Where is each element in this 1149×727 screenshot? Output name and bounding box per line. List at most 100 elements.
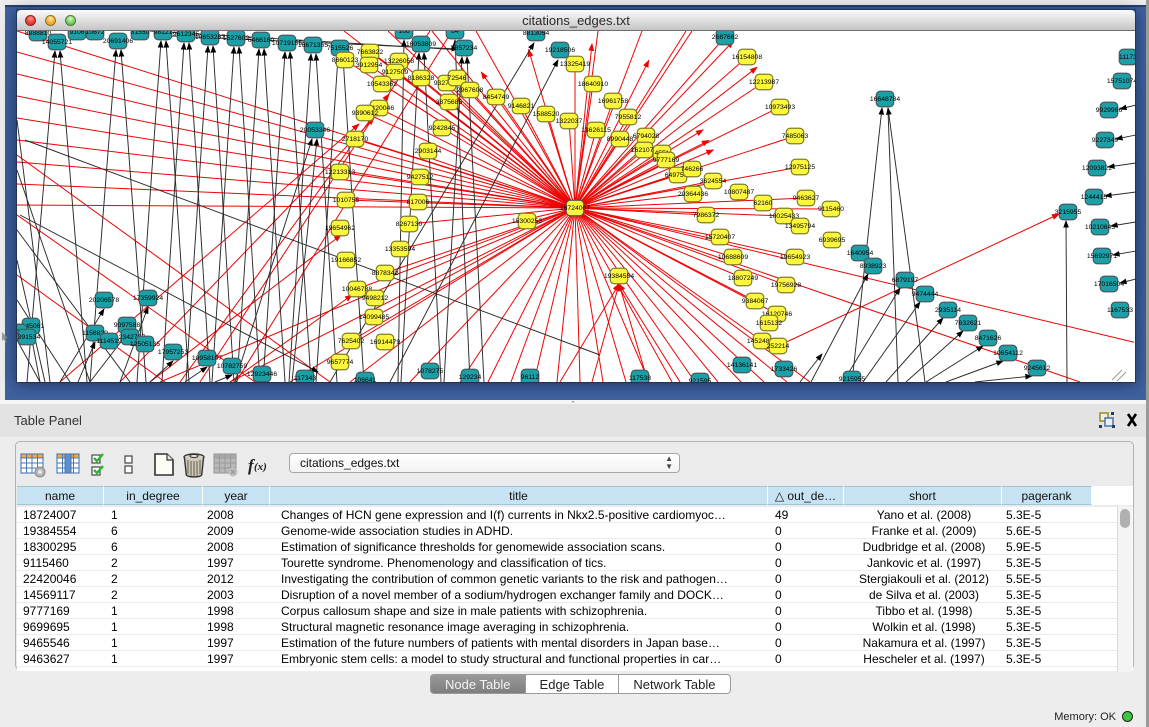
svg-text:9474444: 9474444 bbox=[912, 291, 939, 298]
svg-text:9115460: 9115460 bbox=[818, 206, 844, 213]
svg-text:18807249: 18807249 bbox=[728, 275, 758, 282]
svg-text:8660123: 8660123 bbox=[332, 57, 359, 64]
svg-text:19756928: 19756928 bbox=[771, 282, 801, 289]
svg-text:10973493: 10973493 bbox=[765, 104, 795, 111]
svg-text:7632621: 7632621 bbox=[955, 320, 982, 327]
svg-text:19654962: 19654962 bbox=[325, 225, 355, 232]
svg-text:20691406: 20691406 bbox=[103, 38, 133, 45]
svg-text:2718170: 2718170 bbox=[342, 136, 369, 143]
svg-text:1010755: 1010755 bbox=[333, 197, 360, 204]
svg-text:9657774: 9657774 bbox=[327, 359, 354, 366]
svg-text:8267130: 8267130 bbox=[396, 221, 423, 228]
svg-text:1167533: 1167533 bbox=[1107, 307, 1133, 314]
svg-text:9097588: 9097588 bbox=[114, 322, 141, 329]
svg-text:31550: 31550 bbox=[131, 31, 150, 36]
svg-text:3875685: 3875685 bbox=[436, 99, 463, 106]
svg-text:117343: 117343 bbox=[294, 375, 316, 382]
svg-text:252214: 252214 bbox=[767, 343, 790, 350]
svg-text:2903144: 2903144 bbox=[415, 148, 442, 155]
svg-text:10807487: 10807487 bbox=[724, 189, 754, 196]
svg-text:129234: 129234 bbox=[459, 374, 482, 381]
svg-text:1391534: 1391534 bbox=[17, 334, 40, 341]
svg-text:7663822: 7663822 bbox=[357, 49, 384, 56]
svg-text:19218506: 19218506 bbox=[545, 47, 575, 54]
svg-text:2967608: 2967608 bbox=[457, 87, 484, 94]
svg-text:7485063: 7485063 bbox=[782, 133, 809, 140]
svg-text:19654923: 19654923 bbox=[780, 254, 810, 261]
svg-text:17957253: 17957253 bbox=[158, 349, 188, 356]
svg-text:8990448: 8990448 bbox=[607, 136, 634, 143]
svg-text:8186328: 8186328 bbox=[408, 75, 435, 82]
svg-text:7986372: 7986372 bbox=[693, 212, 720, 219]
svg-text:10958107: 10958107 bbox=[192, 355, 222, 362]
svg-text:20053346: 20053346 bbox=[300, 127, 330, 134]
svg-text:96112: 96112 bbox=[521, 374, 540, 381]
svg-text:19166852: 19166852 bbox=[331, 257, 361, 264]
svg-text:1588520: 1588520 bbox=[533, 111, 560, 118]
svg-text:8471626: 8471626 bbox=[975, 335, 1002, 342]
svg-text:14055721: 14055721 bbox=[42, 39, 72, 46]
svg-text:15720407: 15720407 bbox=[705, 234, 735, 241]
svg-text:1322037: 1322037 bbox=[556, 118, 583, 125]
svg-text:6939695: 6939695 bbox=[819, 237, 846, 244]
svg-text:13495794: 13495794 bbox=[785, 223, 815, 230]
svg-text:13325419: 13325419 bbox=[560, 61, 590, 68]
svg-text:11173: 11173 bbox=[1119, 54, 1135, 61]
svg-text:10782759: 10782759 bbox=[217, 363, 247, 370]
svg-text:15692971: 15692971 bbox=[1087, 253, 1117, 260]
svg-text:8938923: 8938923 bbox=[860, 263, 887, 270]
svg-text:7625402: 7625402 bbox=[338, 338, 365, 345]
svg-text:6794028: 6794028 bbox=[633, 133, 660, 140]
svg-text:9106: 9106 bbox=[69, 31, 84, 36]
svg-text:117538: 117538 bbox=[629, 375, 651, 382]
svg-text:12213313: 12213313 bbox=[325, 169, 355, 176]
svg-text:817006: 817006 bbox=[407, 199, 430, 206]
svg-text:9215955: 9215955 bbox=[839, 376, 866, 382]
svg-text:9146821: 9146821 bbox=[508, 103, 535, 110]
svg-text:8813054: 8813054 bbox=[523, 31, 550, 37]
svg-text:6466160: 6466160 bbox=[248, 37, 275, 44]
svg-text:8454749: 8454749 bbox=[483, 94, 510, 101]
svg-text:921595: 921595 bbox=[689, 378, 712, 382]
svg-text:12505135: 12505135 bbox=[130, 341, 160, 348]
svg-text:18640910: 18640910 bbox=[578, 81, 608, 88]
svg-text:9127509: 9127509 bbox=[382, 69, 409, 76]
svg-text:9777169: 9777169 bbox=[653, 157, 680, 164]
svg-text:166: 166 bbox=[398, 31, 410, 35]
svg-text:2935114: 2935114 bbox=[935, 307, 961, 314]
svg-text:9384067: 9384067 bbox=[742, 298, 769, 305]
svg-text:12213987: 12213987 bbox=[749, 79, 779, 86]
svg-text:8988810: 8988810 bbox=[25, 31, 52, 37]
svg-text:17359924: 17359924 bbox=[133, 295, 163, 302]
svg-text:1078275: 1078275 bbox=[417, 368, 444, 375]
svg-text:12923446: 12923446 bbox=[247, 371, 277, 378]
svg-text:13353594: 13353594 bbox=[385, 246, 415, 253]
svg-text:12093822: 12093822 bbox=[1082, 165, 1112, 172]
svg-text:62160: 62160 bbox=[754, 200, 773, 207]
svg-text:10210643: 10210643 bbox=[1085, 224, 1115, 231]
svg-text:9463627: 9463627 bbox=[793, 195, 820, 202]
svg-text:14099485: 14099485 bbox=[359, 314, 389, 321]
svg-text:7955812: 7955812 bbox=[615, 114, 642, 121]
svg-text:10672: 10672 bbox=[86, 31, 105, 36]
svg-text:20206578: 20206578 bbox=[89, 297, 119, 304]
svg-text:16053809: 16053809 bbox=[406, 41, 436, 48]
svg-text:8878342: 8878342 bbox=[372, 270, 399, 277]
svg-text:10653287: 10653287 bbox=[195, 34, 225, 41]
svg-text:98121: 98121 bbox=[154, 31, 173, 36]
svg-text:7857234: 7857234 bbox=[451, 45, 478, 52]
svg-text:16154808: 16154808 bbox=[732, 54, 762, 61]
svg-text:13626115: 13626115 bbox=[581, 127, 611, 134]
svg-text:746266: 746266 bbox=[681, 166, 704, 173]
svg-text:16914479: 16914479 bbox=[370, 339, 400, 346]
svg-text:18724007: 18724007 bbox=[560, 205, 590, 212]
svg-text:106641: 106641 bbox=[354, 377, 377, 382]
svg-text:(x): (x) bbox=[254, 461, 267, 473]
svg-text:9245612: 9245612 bbox=[1024, 365, 1051, 372]
svg-text:9242845: 9242845 bbox=[429, 125, 456, 132]
svg-text:16961758: 16961758 bbox=[598, 98, 628, 105]
svg-text:1733426: 1733426 bbox=[771, 366, 798, 373]
svg-text:15751074: 15751074 bbox=[1107, 78, 1135, 85]
svg-text:84: 84 bbox=[451, 31, 459, 35]
svg-text:1244415: 1244415 bbox=[1081, 194, 1108, 201]
